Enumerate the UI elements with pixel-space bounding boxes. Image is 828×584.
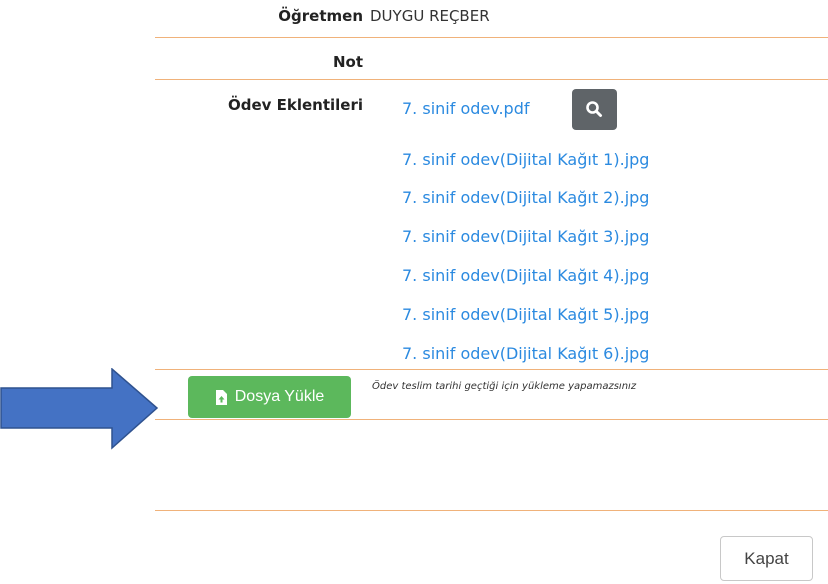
attachment-link-pdf[interactable]: 7. sinif odev.pdf [402,99,529,118]
search-icon [586,101,602,117]
arrow-right-icon [0,368,159,450]
attachment-link[interactable]: 7. sinif odev(Dijital Kağıt 4).jpg [402,266,649,285]
upload-button-label: Dosya Yükle [234,388,325,405]
divider-note [155,79,828,80]
attachment-link[interactable]: 7. sinif odev(Dijital Kağıt 1).jpg [402,150,649,169]
attachment-link[interactable]: 7. sinif odev(Dijital Kağıt 6).jpg [402,344,649,363]
upload-disabled-note: Ödev teslim tarihi geçtiği için yükleme … [372,381,637,392]
divider-upload [155,419,828,420]
file-upload-icon [215,389,227,405]
teacher-label: Öğretmen [278,7,363,25]
teacher-value: DUYGU REÇBER [370,7,490,25]
note-label: Not [332,53,363,71]
preview-button[interactable] [572,89,617,130]
close-button[interactable]: Kapat [720,536,813,581]
attachment-link[interactable]: 7. sinif odev(Dijital Kağıt 5).jpg [402,305,649,324]
attachment-link[interactable]: 7. sinif odev(Dijital Kağıt 2).jpg [402,188,649,207]
divider-attachments [155,369,828,370]
upload-file-button[interactable]: Dosya Yükle [188,376,351,418]
divider-bottom [155,510,828,511]
attachments-label: Ödev Eklentileri [227,96,363,114]
divider-teacher [155,37,828,38]
attachment-link[interactable]: 7. sinif odev(Dijital Kağıt 3).jpg [402,227,649,246]
